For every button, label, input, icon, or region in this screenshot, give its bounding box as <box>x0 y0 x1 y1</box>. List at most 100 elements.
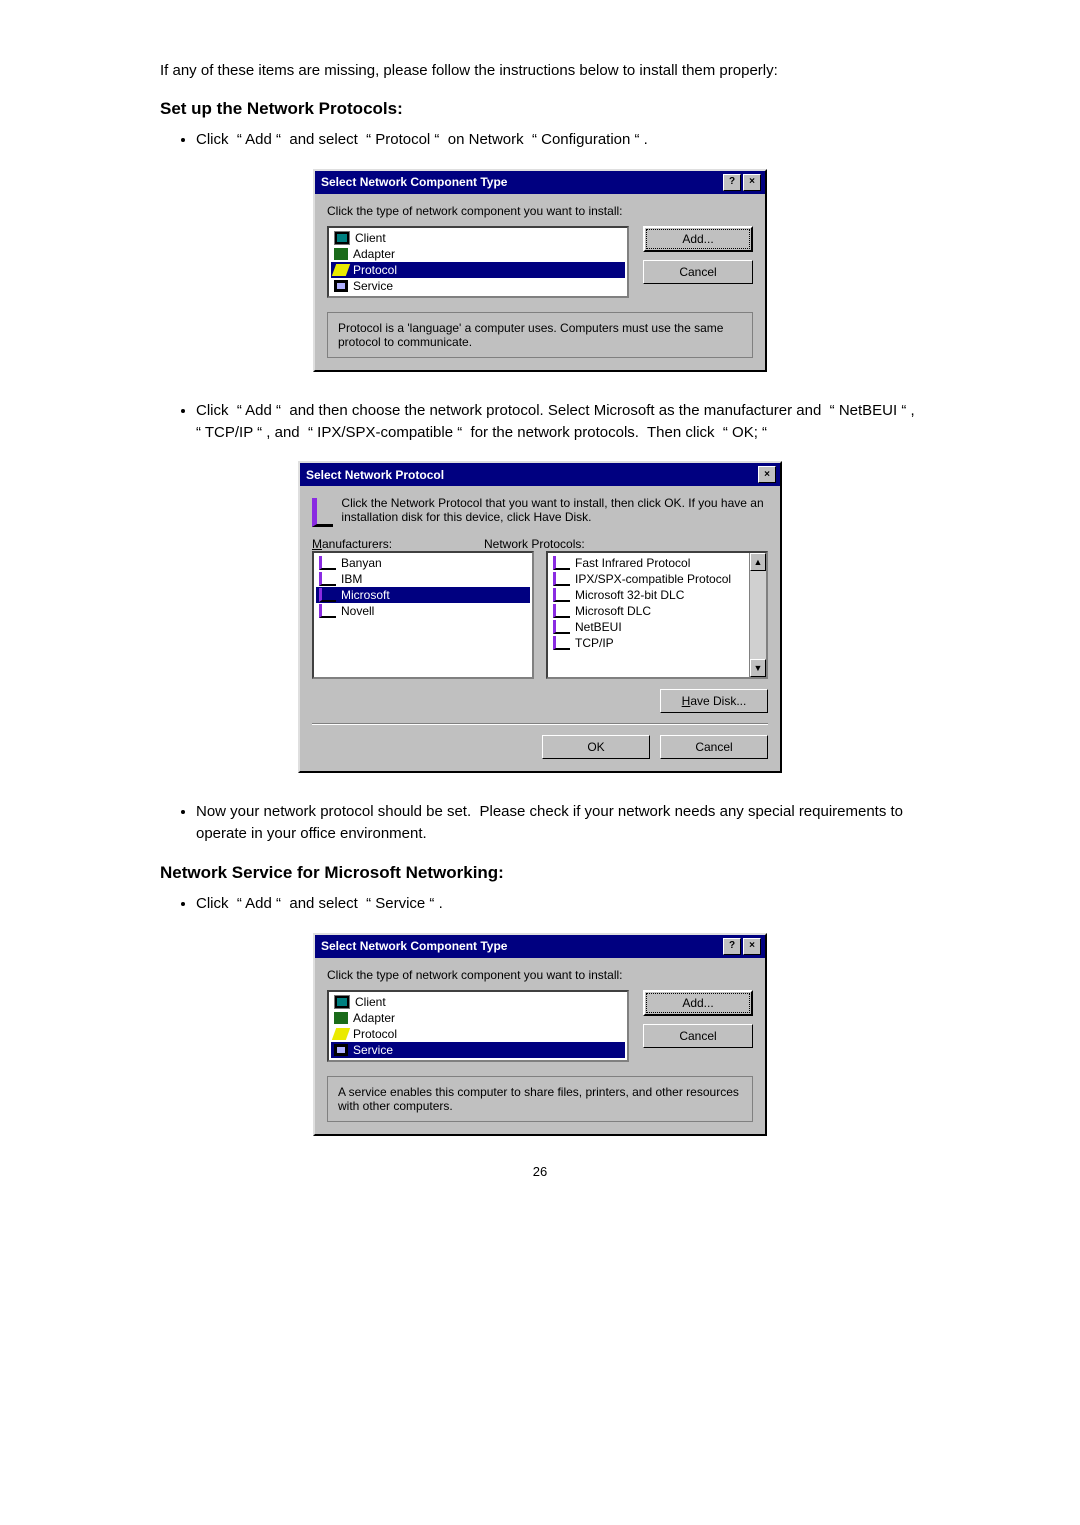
add-button[interactable]: Add... <box>643 226 753 252</box>
vendor-icon <box>319 588 336 602</box>
list-item-label: Novell <box>341 604 374 618</box>
close-button[interactable]: × <box>743 174 761 191</box>
cancel-button[interactable]: Cancel <box>643 1024 753 1048</box>
list-item: Microsoft DLC <box>550 603 764 619</box>
dialog-select-protocol: Select Network Protocol × Click the Netw… <box>298 461 782 773</box>
dialog-select-component-2: Select Network Component Type ? × Click … <box>313 933 767 1136</box>
titlebar: Select Network Protocol × <box>300 463 780 486</box>
list-item-label: Client <box>355 231 386 245</box>
manufacturers-listbox[interactable]: Banyan IBM Microsoft Novell <box>312 551 534 679</box>
list-item-label: Client <box>355 995 386 1009</box>
description-box: A service enables this computer to share… <box>327 1076 753 1122</box>
intro-paragraph: If any of these items are missing, pleas… <box>160 60 920 81</box>
adapter-icon <box>334 1012 348 1024</box>
list-item-label: Adapter <box>353 1011 395 1025</box>
list-item: TCP/IP <box>550 635 764 651</box>
adapter-icon <box>334 248 348 260</box>
service-icon <box>334 280 348 292</box>
protocols-label: Network Protocols: <box>484 537 585 551</box>
list-item-label: Fast Infrared Protocol <box>575 556 690 570</box>
bullet-item: Click “ Add “ and select “ Service “ . <box>196 893 920 915</box>
bullet-item: Now your network protocol should be set.… <box>196 801 920 845</box>
list-item: Fast Infrared Protocol <box>550 555 764 571</box>
bullet-item: Click “ Add “ and select “ Protocol “ on… <box>196 129 920 151</box>
list-item-label: Microsoft 32-bit DLC <box>575 588 684 602</box>
protocol-item-icon <box>553 604 570 618</box>
bullet-item: Click “ Add “ and then choose the networ… <box>196 400 920 444</box>
close-button[interactable]: × <box>743 938 761 955</box>
list-item-label: IBM <box>341 572 362 586</box>
list-item-label: Banyan <box>341 556 382 570</box>
list-item: IBM <box>316 571 530 587</box>
list-item-label: Microsoft DLC <box>575 604 651 618</box>
list-item: Banyan <box>316 555 530 571</box>
have-disk-button[interactable]: HHave Disk...ave Disk... <box>660 689 768 713</box>
help-button[interactable]: ? <box>723 938 741 955</box>
list-item-label: TCP/IP <box>575 636 614 650</box>
list-item-label: Service <box>353 279 393 293</box>
dialog-prompt: Click the type of network component you … <box>327 968 753 982</box>
protocol-item-icon <box>553 620 570 634</box>
cancel-button[interactable]: Cancel <box>660 735 768 759</box>
list-item-label: NetBEUI <box>575 620 622 634</box>
list-item-label: Protocol <box>353 1027 397 1041</box>
close-button[interactable]: × <box>758 466 776 483</box>
list-item: Adapter <box>331 246 625 262</box>
dialog-title: Select Network Protocol <box>306 468 444 482</box>
titlebar: Select Network Component Type ? × <box>315 935 765 958</box>
service-icon <box>334 1044 348 1056</box>
heading-network-service: Network Service for Microsoft Networking… <box>160 863 920 883</box>
cancel-button[interactable]: Cancel <box>643 260 753 284</box>
list-item-label: Adapter <box>353 247 395 261</box>
list-item: Novell <box>316 603 530 619</box>
protocol-item-icon <box>553 636 570 650</box>
dialog-title: Select Network Component Type <box>321 175 507 189</box>
component-listbox[interactable]: Client Adapter Protocol Service <box>327 226 629 298</box>
protocol-icon <box>332 1028 350 1040</box>
ok-button[interactable]: OK <box>542 735 650 759</box>
list-item-label: Microsoft <box>341 588 390 602</box>
dialog-select-component-1: Select Network Component Type ? × Click … <box>313 169 767 372</box>
list-item: Service <box>331 278 625 294</box>
list-item: Service <box>331 1042 625 1058</box>
dialog-title: Select Network Component Type <box>321 939 507 953</box>
list-item: Client <box>331 994 625 1010</box>
dialog-prompt: Click the Network Protocol that you want… <box>341 496 768 527</box>
list-item: Microsoft 32-bit DLC <box>550 587 764 603</box>
list-item: Protocol <box>331 262 625 278</box>
vendor-icon <box>319 556 336 570</box>
list-item-label: Protocol <box>353 263 397 277</box>
component-listbox[interactable]: Client Adapter Protocol Service <box>327 990 629 1062</box>
list-item: NetBEUI <box>550 619 764 635</box>
protocol-item-icon <box>553 572 570 586</box>
document-page: If any of these items are missing, pleas… <box>120 0 960 1239</box>
protocol-item-icon <box>553 588 570 602</box>
protocol-icon <box>332 264 350 276</box>
help-button[interactable]: ? <box>723 174 741 191</box>
add-button[interactable]: Add... <box>643 990 753 1016</box>
list-item: Adapter <box>331 1010 625 1026</box>
bullet-list-3: Now your network protocol should be set.… <box>160 801 920 845</box>
page-number: 26 <box>160 1164 920 1179</box>
bullet-list-2: Click “ Add “ and then choose the networ… <box>160 400 920 444</box>
protocols-listbox[interactable]: Fast Infrared Protocol IPX/SPX-compatibl… <box>546 551 768 679</box>
client-icon <box>334 995 350 1009</box>
scroll-down-icon[interactable]: ▼ <box>750 659 766 677</box>
client-icon <box>334 231 350 245</box>
scrollbar[interactable]: ▲ ▼ <box>749 553 766 677</box>
titlebar: Select Network Component Type ? × <box>315 171 765 194</box>
description-box: Protocol is a 'language' a computer uses… <box>327 312 753 358</box>
protocol-glyph-icon <box>312 498 333 527</box>
list-item: IPX/SPX-compatible Protocol <box>550 571 764 587</box>
bullet-list-4: Click “ Add “ and select “ Service “ . <box>160 893 920 915</box>
protocol-item-icon <box>553 556 570 570</box>
list-item: Microsoft <box>316 587 530 603</box>
list-item: Client <box>331 230 625 246</box>
heading-setup-protocols: Set up the Network Protocols: <box>160 99 920 119</box>
vendor-icon <box>319 604 336 618</box>
list-item: Protocol <box>331 1026 625 1042</box>
list-item-label: IPX/SPX-compatible Protocol <box>575 572 731 586</box>
list-item-label: Service <box>353 1043 393 1057</box>
dialog-prompt: Click the type of network component you … <box>327 204 753 218</box>
manufacturers-label: MManufacturers:anufacturers: <box>312 537 472 551</box>
